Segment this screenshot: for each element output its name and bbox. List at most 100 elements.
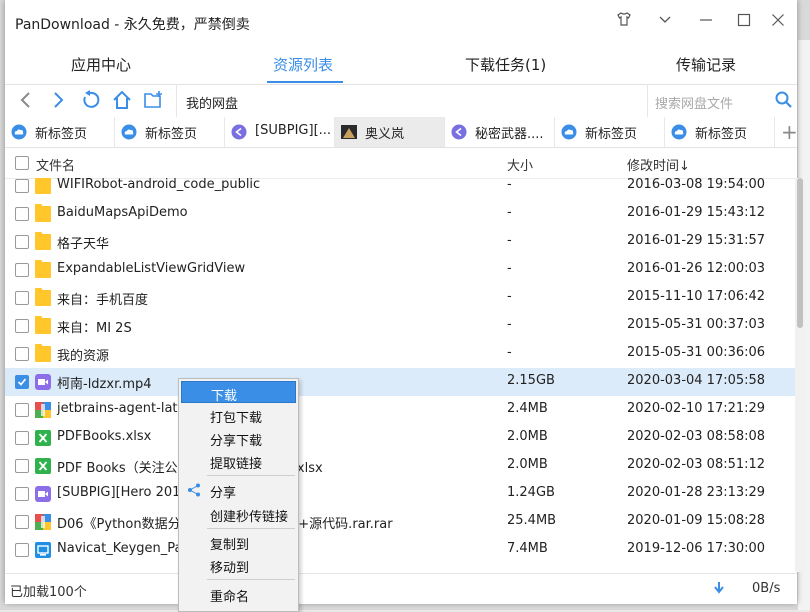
menu-item-label: 打包下载 <box>210 411 263 426</box>
chevron-down-icon[interactable] <box>650 10 680 36</box>
row-checkbox[interactable] <box>15 207 29 221</box>
thumbnail-icon <box>341 125 357 139</box>
minimize-button[interactable] <box>691 10 721 36</box>
file-date: 2020-02-03 08:58:08 <box>627 429 766 444</box>
menu-item-share[interactable]: 分享 <box>181 479 296 501</box>
browser-tab[interactable]: 新标签页 <box>5 117 115 147</box>
browser-tab[interactable]: 奥义岚 <box>335 117 445 147</box>
file-date: 2020-01-28 23:13:29 <box>627 485 766 500</box>
column-header-date[interactable]: 修改时间↓ <box>627 155 690 174</box>
table-row[interactable]: PDF Books（关注公众号 复1004获取）.xlsx 2.0MB 2020… <box>5 452 797 480</box>
row-checkbox[interactable] <box>15 515 29 529</box>
table-row[interactable]: 来自：MI 2S - 2015-05-31 00:37:03 <box>5 312 797 340</box>
browser-tab[interactable]: 秘密武器.... <box>445 117 555 147</box>
table-row[interactable]: D06《Python数据分 PDF+高清英文PDF+源代码.rar.rar 25… <box>5 508 797 536</box>
table-row[interactable]: PDFBooks.xlsx 2.0MB 2020-02-03 08:58:08 <box>5 424 797 452</box>
new-tab-icon[interactable]: + <box>781 120 798 144</box>
excel-icon <box>35 458 51 474</box>
row-checkbox[interactable] <box>15 375 29 389</box>
file-list-header: 文件名 大小 修改时间↓ <box>5 148 797 179</box>
table-row[interactable]: 我的资源 - 2015-05-31 00:36:06 <box>5 340 797 368</box>
back-icon[interactable] <box>15 89 37 111</box>
search-box[interactable]: 搜索网盘文件 <box>647 84 798 117</box>
table-row[interactable]: 来自：手机百度 - 2015-11-10 17:06:42 <box>5 284 797 312</box>
file-size: 7.4MB <box>507 541 548 556</box>
home-icon[interactable] <box>111 89 133 111</box>
column-header-name[interactable]: 文件名 <box>36 155 75 174</box>
menu-item-copy-to[interactable]: 复制到 <box>181 531 296 553</box>
menu-item-download[interactable]: 下载 <box>181 381 296 404</box>
row-checkbox[interactable] <box>15 543 29 557</box>
file-list-scrollbar[interactable] <box>795 178 805 572</box>
row-checkbox[interactable] <box>15 459 29 473</box>
table-row[interactable]: 柯南-ldzxr.mp4 2.15GB 2020-03-04 17:05:58 <box>5 368 797 396</box>
folder-icon <box>35 288 51 306</box>
row-checkbox[interactable] <box>15 319 29 333</box>
row-checkbox[interactable] <box>15 291 29 305</box>
row-checkbox[interactable] <box>15 431 29 445</box>
download-speed: 0B/s <box>752 581 781 596</box>
menu-item-move-to[interactable]: 移动到 <box>181 554 296 576</box>
menu-item-label: 创建秒传链接 <box>210 510 289 525</box>
menu-item-label: 复制到 <box>210 538 250 553</box>
search-input[interactable]: 搜索网盘文件 <box>655 93 733 112</box>
file-name: 柯南-ldzxr.mp4 <box>57 377 152 392</box>
select-all-checkbox[interactable] <box>15 156 29 170</box>
forward-icon[interactable] <box>47 89 69 111</box>
row-checkbox[interactable] <box>15 263 29 277</box>
file-name: 格子天华 <box>57 237 110 252</box>
tab-transfer-history[interactable]: 传输记录 <box>676 54 736 75</box>
table-row[interactable]: BaiduMapsApiDemo - 2016-01-29 15:43:12 <box>5 200 797 228</box>
table-row[interactable]: [SUBPIG][Hero 2015 1.24GB 2020-01-28 23:… <box>5 480 797 508</box>
close-button[interactable] <box>763 10 793 36</box>
column-header-size[interactable]: 大小 <box>507 155 533 174</box>
browser-tab[interactable]: 新标签页 <box>665 117 775 147</box>
menu-item-label: 重命名 <box>210 590 250 605</box>
table-row[interactable]: ExpandableListViewGridView - 2016-01-26 … <box>5 256 797 284</box>
menu-item-share-download[interactable]: 分享下载 <box>181 427 296 449</box>
tab-resource-list[interactable]: 资源列表 <box>273 54 333 75</box>
file-size: - <box>507 345 512 360</box>
search-icon[interactable] <box>774 90 794 110</box>
shirt-icon[interactable] <box>609 10 639 36</box>
table-row[interactable]: 格子天华 - 2016-01-29 15:31:57 <box>5 228 797 256</box>
download-arrow-icon <box>713 581 725 599</box>
browser-tab[interactable]: 新标签页 <box>115 117 225 147</box>
tab-app-center[interactable]: 应用中心 <box>71 54 131 75</box>
file-size: 2.0MB <box>507 429 548 444</box>
file-date: 2019-12-06 17:30:00 <box>627 541 766 556</box>
browser-tab-label: 新标签页 <box>585 127 638 142</box>
file-date: 2016-03-08 19:54:00 <box>627 178 766 192</box>
menu-item-extract-link[interactable]: 提取链接 <box>181 450 296 472</box>
row-checkbox[interactable] <box>15 403 29 417</box>
excel-icon <box>35 430 51 446</box>
menu-item-label: 下载 <box>211 389 238 404</box>
file-name: BaiduMapsApiDemo <box>57 205 188 220</box>
menu-separator <box>207 528 295 529</box>
scrollbar-thumb[interactable] <box>797 178 803 328</box>
browser-tab[interactable]: [SUBPIG][... <box>225 117 335 147</box>
row-checkbox[interactable] <box>15 179 29 193</box>
link-icon <box>231 124 247 140</box>
table-row[interactable]: WIFIRobot-android_code_public - 2016-03-… <box>5 178 797 200</box>
menu-item-create-link[interactable]: 创建秒传链接 <box>181 503 296 525</box>
tab-download-tasks[interactable]: 下载任务(1) <box>465 54 546 75</box>
browser-tab[interactable]: 新标签页 <box>555 117 665 147</box>
new-folder-icon[interactable] <box>143 89 165 111</box>
row-checkbox[interactable] <box>15 487 29 501</box>
row-checkbox[interactable] <box>15 235 29 249</box>
browser-tab-label: [SUBPIG][... <box>255 123 332 138</box>
status-bar: 已加载100个 0B/s <box>5 573 797 604</box>
table-row[interactable]: jetbrains-agent-late 2.4MB 2020-02-10 17… <box>5 396 797 424</box>
active-tab-underline <box>267 81 343 83</box>
refresh-icon[interactable] <box>79 89 101 111</box>
file-date: 2015-11-10 17:06:42 <box>627 289 766 304</box>
maximize-button[interactable] <box>729 10 759 36</box>
file-size: - <box>507 289 512 304</box>
menu-item-pack-download[interactable]: 打包下载 <box>181 404 296 426</box>
file-date: 2015-05-31 00:36:06 <box>627 345 766 360</box>
menu-item-rename[interactable]: 重命名 <box>181 583 296 605</box>
path-bar[interactable]: 我的网盘 <box>176 84 647 117</box>
row-checkbox[interactable] <box>15 347 29 361</box>
table-row[interactable]: Navicat_Keygen_Pat xe 7.4MB 2019-12-06 1… <box>5 536 797 564</box>
